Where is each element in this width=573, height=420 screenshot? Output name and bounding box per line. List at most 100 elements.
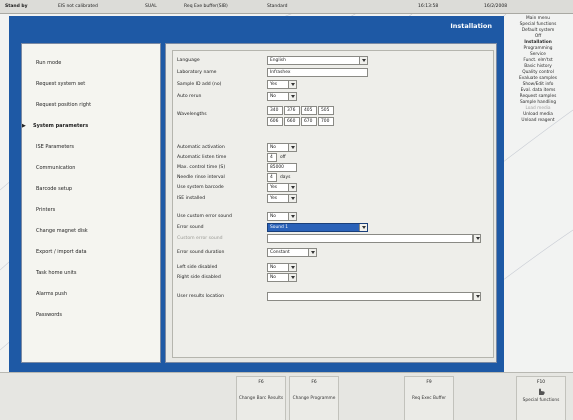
chevron-down-icon [288,213,296,220]
custom-error-sound-browse[interactable] [472,234,481,243]
error-sound-label: Error sound [177,225,204,230]
tree-item-basic-history[interactable]: Basic history [506,64,570,69]
use-system-barcode-value: Yes [270,185,278,190]
automatic-activation-label: Automatic activation [177,145,225,150]
nav-label: Alarms push [36,291,68,297]
auto-listen-time-field[interactable]: 4 [267,153,277,162]
wavelength-field[interactable]: 670 [301,117,317,126]
tree-item-unload-reagent[interactable]: Unload reagent [506,118,570,123]
tree-item-quality-control[interactable]: Quality control [506,70,570,75]
tree-item-installation[interactable]: Installation [506,40,570,45]
left-side-disabled-dropdown[interactable]: No [267,263,297,272]
nav-label: ISE Parameters [36,144,75,150]
req-exec-buffer-button[interactable]: F9 Req Exec Buffer [404,376,454,420]
status-state: Stand by [5,4,28,9]
right-side-disabled-label: Right side disabled [177,275,221,280]
wavelength-field[interactable]: 700 [318,117,334,126]
nav-item-request-system-set[interactable]: Request system set [22,81,162,95]
lab-name-field[interactable]: Infrashex [267,68,368,77]
error-sound-dropdown[interactable]: Sound 1 [267,223,368,232]
custom-error-sound-field[interactable] [267,234,478,243]
wavelength-field[interactable]: 505 [318,106,334,115]
fkey-label: Special functions [522,398,560,403]
nav-item-alarms-push[interactable]: Alarms push [22,291,162,305]
needle-rinse-interval-label: Needle rinse interval [177,175,225,180]
nav-item-system-parameters[interactable]: ▶ System parameters [22,123,162,137]
max-control-time-field[interactable]: 85000 [267,163,297,172]
ise-installed-dropdown[interactable]: Yes [267,194,297,203]
tree-item-request-samples[interactable]: Request samples [506,94,570,99]
tree-item-default-system[interactable]: Default system [506,28,570,33]
user-results-location-browse[interactable] [472,292,481,301]
needle-rinse-interval-unit: days [280,175,291,180]
hand-pointer-icon [539,388,545,395]
use-system-barcode-dropdown[interactable]: Yes [267,183,297,192]
chevron-down-icon [288,144,296,151]
tree-item-programming[interactable]: Programming [506,46,570,51]
system-parameters-form: Language English Laboratory name Infrash… [165,43,497,363]
change-barc-results-button[interactable]: F6 Change Barc Results [236,376,286,420]
nav-item-run-mode[interactable]: Run mode [22,60,162,74]
nav-item-request-position-right[interactable]: Request position right [22,102,162,116]
nav-item-task-home-units[interactable]: Task home units [22,270,162,284]
ise-installed-label: ISE installed [177,196,206,201]
wavelength-field[interactable]: 405 [301,106,317,115]
tree-item-funct-elm-tst[interactable]: Funct. elm'tst [506,58,570,63]
nav-label: Request position right [36,102,92,108]
use-custom-error-sound-dropdown[interactable]: No [267,212,297,221]
wavelength-field[interactable]: 660 [284,117,300,126]
sample-id-add-dropdown[interactable]: Yes [267,80,297,89]
installation-panel: Installation Run mode Request system set… [9,16,504,372]
function-key-bar: F6 Change Barc Results F6 Change Program… [0,372,573,420]
installation-nav-list: Run mode Request system set Request posi… [21,43,161,363]
tree-item-special-functions[interactable]: Special functions [506,22,570,27]
error-sound-duration-dropdown[interactable]: Constant [267,248,317,257]
custom-error-sound-label: Custom error sound [177,236,223,241]
active-arrow-icon: ▶ [22,123,26,129]
wavelength-field[interactable]: 376 [284,106,300,115]
user-results-location-label: User results location [177,294,225,299]
chevron-down-icon [473,293,480,300]
left-side-disabled-value: No [270,265,276,270]
chevron-down-icon [288,184,296,191]
panel-header: Installation [9,16,504,38]
status-date: 16/2/2008 [484,4,508,9]
tree-item-evaluate-samples[interactable]: Evaluate samples [506,76,570,81]
nav-item-printers[interactable]: Printers [22,207,162,221]
automatic-activation-dropdown[interactable]: No [267,143,297,152]
error-sound-duration-value: Constant [270,250,290,255]
wavelength-field[interactable]: 606 [267,117,283,126]
use-system-barcode-label: Use system barcode [177,185,224,190]
right-side-disabled-dropdown[interactable]: No [267,273,297,282]
tree-item-off[interactable]: Off [506,34,570,39]
chevron-down-icon [288,93,296,100]
tree-item-eval-data-items[interactable]: Eval. data items [506,88,570,93]
nav-label: Export / import data [36,249,87,255]
wavelength-field[interactable]: 340 [267,106,283,115]
status-bar: Stand by EIS not calibrated SUAL Req Exe… [0,0,573,14]
chevron-down-icon [288,195,296,202]
nav-item-passwords[interactable]: Passwords [22,312,162,326]
language-dropdown[interactable]: English [267,56,368,65]
tree-item-show-edit-info[interactable]: Show/Edit info [506,82,570,87]
language-value: English [270,58,286,63]
tree-item-sample-handling[interactable]: Sample handling [506,100,570,105]
tree-item-service[interactable]: Service [506,52,570,57]
tree-item-unload-media[interactable]: Unload media [506,112,570,117]
nav-item-barcode-setup[interactable]: Barcode setup [22,186,162,200]
form-body: Language English Laboratory name Infrash… [172,50,494,358]
error-sound-duration-label: Error sound duration [177,250,225,255]
nav-item-ise-parameters[interactable]: ISE Parameters [22,144,162,158]
status-time: 16:13:58 [418,4,439,9]
nav-item-export-import-data[interactable]: Export / import data [22,249,162,263]
auto-rerun-dropdown[interactable]: No [267,92,297,101]
change-programme-button[interactable]: F6 Change Programme [289,376,339,420]
user-results-location-field[interactable] [267,292,478,301]
tree-item-main-menu[interactable]: Main menu [506,16,570,21]
nav-label: Printers [36,207,56,213]
nav-item-change-magnet-disk[interactable]: Change magnet disk [22,228,162,242]
needle-rinse-interval-field[interactable]: 4 [267,173,277,182]
nav-item-communication[interactable]: Communication [22,165,162,179]
right-side-disabled-value: No [270,275,276,280]
special-functions-button[interactable]: F10 Special functions [516,376,566,420]
